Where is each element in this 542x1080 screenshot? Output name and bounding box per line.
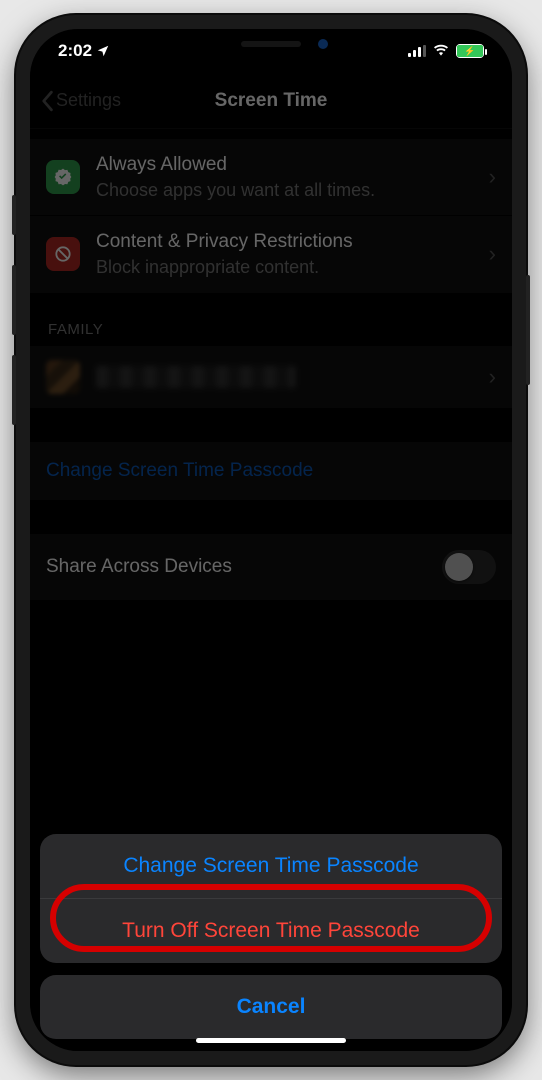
notch (166, 29, 376, 59)
volume-up-button (12, 265, 16, 335)
action-sheet-options: Change Screen Time Passcode Turn Off Scr… (40, 834, 502, 963)
volume-down-button (12, 355, 16, 425)
cancel-button[interactable]: Cancel (40, 975, 502, 1039)
screen: 2:02 ⚡ Settings (30, 29, 512, 1051)
location-icon (96, 44, 110, 58)
action-sheet: Change Screen Time Passcode Turn Off Scr… (40, 834, 502, 1039)
home-indicator[interactable] (196, 1038, 346, 1043)
wifi-icon (432, 44, 450, 58)
turn-off-passcode-option[interactable]: Turn Off Screen Time Passcode (40, 899, 502, 963)
power-button (526, 275, 530, 385)
battery-charging-icon: ⚡ (456, 44, 484, 58)
mute-switch (12, 195, 16, 235)
change-passcode-option[interactable]: Change Screen Time Passcode (40, 834, 502, 899)
cellular-signal-icon (408, 45, 426, 57)
phone-frame: 2:02 ⚡ Settings (16, 15, 526, 1065)
status-time: 2:02 (58, 41, 92, 61)
